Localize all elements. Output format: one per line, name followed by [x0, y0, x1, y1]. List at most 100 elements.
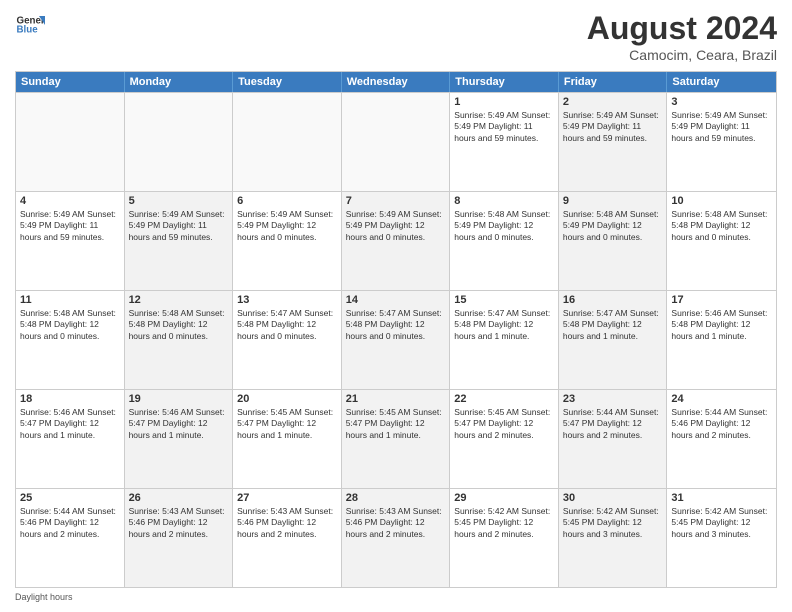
day-number: 29 [454, 492, 554, 504]
calendar-cell: 28 Sunrise: 5:43 AM Sunset: 5:46 PM Dayli… [342, 489, 451, 587]
day-info: Sunrise: 5:46 AM Sunset: 5:47 PM Dayligh… [20, 407, 120, 441]
day-number: 27 [237, 492, 337, 504]
day-info: Sunrise: 5:42 AM Sunset: 5:45 PM Dayligh… [563, 506, 663, 540]
day-number: 13 [237, 294, 337, 306]
calendar-cell: 5 Sunrise: 5:49 AM Sunset: 5:49 PM Daylig… [125, 192, 234, 290]
day-info: Sunrise: 5:47 AM Sunset: 5:48 PM Dayligh… [563, 308, 663, 342]
day-info: Sunrise: 5:49 AM Sunset: 5:49 PM Dayligh… [20, 209, 120, 243]
day-info: Sunrise: 5:49 AM Sunset: 5:49 PM Dayligh… [563, 110, 663, 144]
day-info: Sunrise: 5:45 AM Sunset: 5:47 PM Dayligh… [237, 407, 337, 441]
calendar: SundayMondayTuesdayWednesdayThursdayFrid… [15, 71, 777, 588]
calendar-cell: 14 Sunrise: 5:47 AM Sunset: 5:48 PM Dayli… [342, 291, 451, 389]
day-number: 9 [563, 195, 663, 207]
location-subtitle: Camocim, Ceara, Brazil [587, 47, 777, 63]
calendar-cell: 6 Sunrise: 5:49 AM Sunset: 5:49 PM Daylig… [233, 192, 342, 290]
day-info: Sunrise: 5:42 AM Sunset: 5:45 PM Dayligh… [671, 506, 772, 540]
weekday-header-thursday: Thursday [450, 72, 559, 92]
day-info: Sunrise: 5:45 AM Sunset: 5:47 PM Dayligh… [454, 407, 554, 441]
day-info: Sunrise: 5:49 AM Sunset: 5:49 PM Dayligh… [671, 110, 772, 144]
calendar-cell: 24Sunrise: 5:44 AM Sunset: 5:46 PM Dayli… [667, 390, 776, 488]
day-info: Sunrise: 5:48 AM Sunset: 5:48 PM Dayligh… [671, 209, 772, 243]
calendar-cell: 26 Sunrise: 5:43 AM Sunset: 5:46 PM Dayli… [125, 489, 234, 587]
day-info: Sunrise: 5:48 AM Sunset: 5:49 PM Dayligh… [563, 209, 663, 243]
day-number: 8 [454, 195, 554, 207]
logo: General Blue [15, 10, 45, 40]
page-container: General Blue August 2024 Camocim, Ceara,… [0, 0, 792, 612]
day-info: Sunrise: 5:48 AM Sunset: 5:48 PM Dayligh… [20, 308, 120, 342]
day-number: 22 [454, 393, 554, 405]
day-number: 31 [671, 492, 772, 504]
calendar-cell: 27 Sunrise: 5:43 AM Sunset: 5:46 PM Dayli… [233, 489, 342, 587]
calendar-cell: 12Sunrise: 5:48 AM Sunset: 5:48 PM Dayli… [125, 291, 234, 389]
day-number: 20 [237, 393, 337, 405]
calendar-week-1: 1 Sunrise: 5:49 AM Sunset: 5:49 PM Daylig… [16, 92, 776, 191]
calendar-cell: 29Sunrise: 5:42 AM Sunset: 5:45 PM Dayli… [450, 489, 559, 587]
logo-icon: General Blue [15, 10, 45, 40]
calendar-cell [16, 93, 125, 191]
day-number: 11 [20, 294, 120, 306]
calendar-cell: 20 Sunrise: 5:45 AM Sunset: 5:47 PM Dayli… [233, 390, 342, 488]
title-block: August 2024 Camocim, Ceara, Brazil [587, 10, 777, 63]
calendar-cell: 15 Sunrise: 5:47 AM Sunset: 5:48 PM Dayli… [450, 291, 559, 389]
day-number: 21 [346, 393, 446, 405]
day-info: Sunrise: 5:44 AM Sunset: 5:47 PM Dayligh… [563, 407, 663, 441]
calendar-cell: 23Sunrise: 5:44 AM Sunset: 5:47 PM Dayli… [559, 390, 668, 488]
footer: Daylight hours [15, 592, 777, 602]
day-number: 17 [671, 294, 772, 306]
day-number: 18 [20, 393, 120, 405]
weekday-header-tuesday: Tuesday [233, 72, 342, 92]
day-info: Sunrise: 5:44 AM Sunset: 5:46 PM Dayligh… [20, 506, 120, 540]
calendar-cell: 21Sunrise: 5:45 AM Sunset: 5:47 PM Dayli… [342, 390, 451, 488]
calendar-cell: 11 Sunrise: 5:48 AM Sunset: 5:48 PM Dayli… [16, 291, 125, 389]
calendar-cell: 30 Sunrise: 5:42 AM Sunset: 5:45 PM Dayli… [559, 489, 668, 587]
calendar-week-2: 4 Sunrise: 5:49 AM Sunset: 5:49 PM Daylig… [16, 191, 776, 290]
day-info: Sunrise: 5:43 AM Sunset: 5:46 PM Dayligh… [237, 506, 337, 540]
calendar-week-5: 25 Sunrise: 5:44 AM Sunset: 5:46 PM Dayli… [16, 488, 776, 587]
calendar-cell: 22 Sunrise: 5:45 AM Sunset: 5:47 PM Dayli… [450, 390, 559, 488]
day-info: Sunrise: 5:48 AM Sunset: 5:49 PM Dayligh… [454, 209, 554, 243]
svg-text:Blue: Blue [17, 25, 39, 36]
day-number: 10 [671, 195, 772, 207]
day-info: Sunrise: 5:43 AM Sunset: 5:46 PM Dayligh… [346, 506, 446, 540]
calendar-cell: 17Sunrise: 5:46 AM Sunset: 5:48 PM Dayli… [667, 291, 776, 389]
calendar-cell: 9 Sunrise: 5:48 AM Sunset: 5:49 PM Daylig… [559, 192, 668, 290]
day-number: 14 [346, 294, 446, 306]
calendar-cell: 19Sunrise: 5:46 AM Sunset: 5:47 PM Dayli… [125, 390, 234, 488]
day-info: Sunrise: 5:49 AM Sunset: 5:49 PM Dayligh… [129, 209, 229, 243]
day-info: Sunrise: 5:47 AM Sunset: 5:48 PM Dayligh… [454, 308, 554, 342]
day-info: Sunrise: 5:43 AM Sunset: 5:46 PM Dayligh… [129, 506, 229, 540]
calendar-cell: 1 Sunrise: 5:49 AM Sunset: 5:49 PM Daylig… [450, 93, 559, 191]
day-number: 26 [129, 492, 229, 504]
day-number: 2 [563, 96, 663, 108]
day-number: 30 [563, 492, 663, 504]
day-info: Sunrise: 5:48 AM Sunset: 5:48 PM Dayligh… [129, 308, 229, 342]
day-number: 25 [20, 492, 120, 504]
weekday-header-sunday: Sunday [16, 72, 125, 92]
day-info: Sunrise: 5:47 AM Sunset: 5:48 PM Dayligh… [346, 308, 446, 342]
day-number: 5 [129, 195, 229, 207]
day-number: 28 [346, 492, 446, 504]
day-info: Sunrise: 5:46 AM Sunset: 5:47 PM Dayligh… [129, 407, 229, 441]
weekday-header-monday: Monday [125, 72, 234, 92]
calendar-cell: 10 Sunrise: 5:48 AM Sunset: 5:48 PM Dayli… [667, 192, 776, 290]
calendar-week-3: 11 Sunrise: 5:48 AM Sunset: 5:48 PM Dayli… [16, 290, 776, 389]
calendar-week-4: 18 Sunrise: 5:46 AM Sunset: 5:47 PM Dayli… [16, 389, 776, 488]
calendar-header: SundayMondayTuesdayWednesdayThursdayFrid… [16, 72, 776, 92]
day-number: 7 [346, 195, 446, 207]
day-number: 15 [454, 294, 554, 306]
calendar-cell: 3Sunrise: 5:49 AM Sunset: 5:49 PM Daylig… [667, 93, 776, 191]
daylight-label: Daylight hours [15, 592, 73, 602]
weekday-header-wednesday: Wednesday [342, 72, 451, 92]
day-info: Sunrise: 5:49 AM Sunset: 5:49 PM Dayligh… [454, 110, 554, 144]
calendar-cell: 18 Sunrise: 5:46 AM Sunset: 5:47 PM Dayli… [16, 390, 125, 488]
day-number: 6 [237, 195, 337, 207]
day-info: Sunrise: 5:49 AM Sunset: 5:49 PM Dayligh… [237, 209, 337, 243]
calendar-cell [233, 93, 342, 191]
day-number: 16 [563, 294, 663, 306]
day-info: Sunrise: 5:44 AM Sunset: 5:46 PM Dayligh… [671, 407, 772, 441]
day-info: Sunrise: 5:49 AM Sunset: 5:49 PM Dayligh… [346, 209, 446, 243]
calendar-cell: 4 Sunrise: 5:49 AM Sunset: 5:49 PM Daylig… [16, 192, 125, 290]
calendar-cell: 31 Sunrise: 5:42 AM Sunset: 5:45 PM Dayli… [667, 489, 776, 587]
day-number: 4 [20, 195, 120, 207]
day-number: 1 [454, 96, 554, 108]
